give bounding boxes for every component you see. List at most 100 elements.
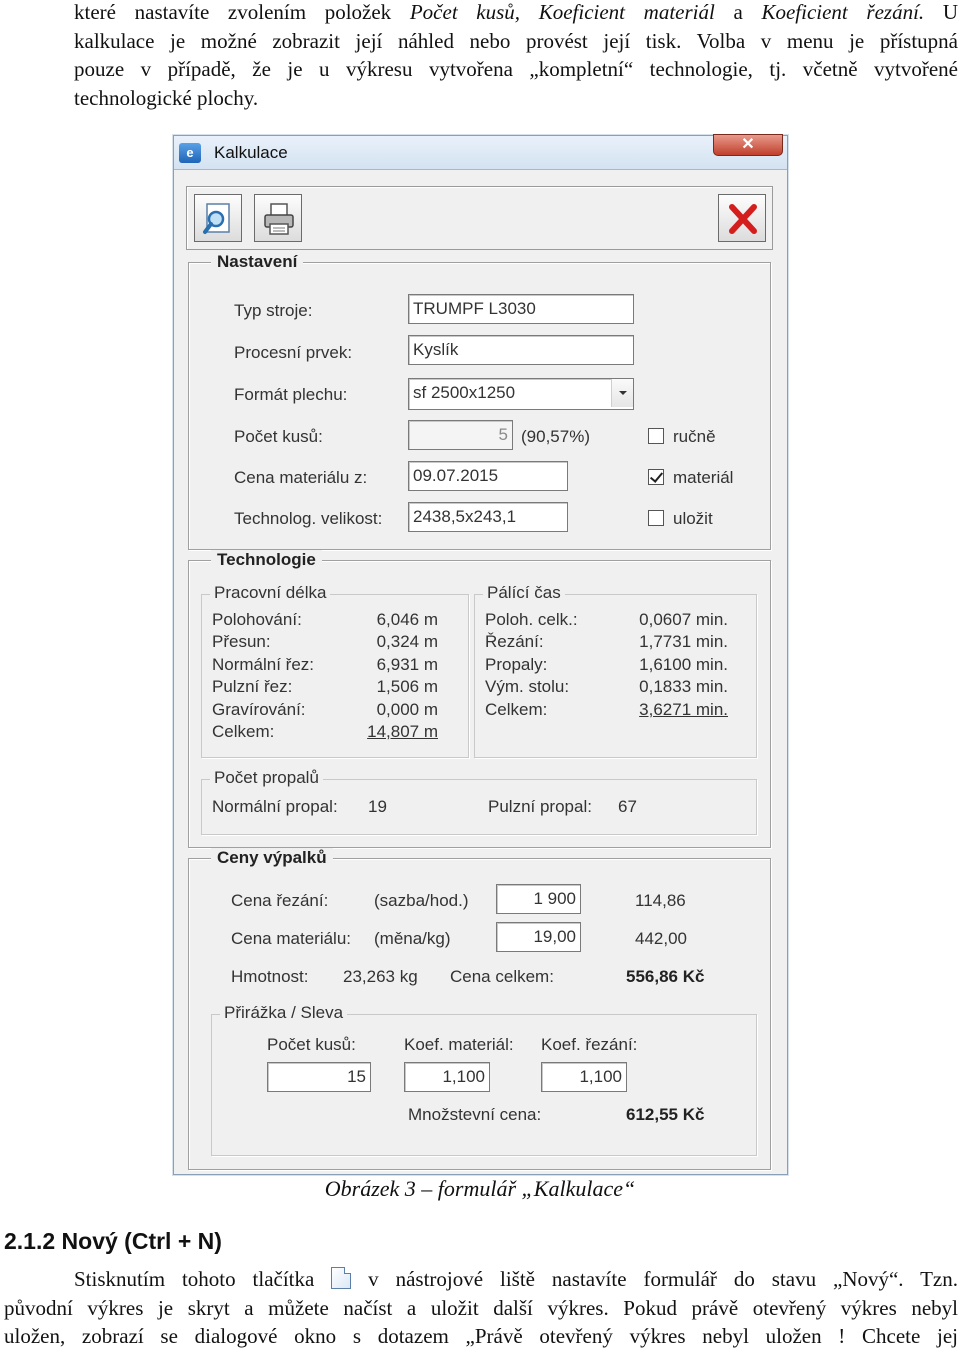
pieces-label: Počet kusů: [267,1035,356,1054]
weight-label: Hmotnost: [231,967,309,986]
time-title: Pálící čas [483,583,565,603]
material-coef-label: Koef. materiál: [404,1035,514,1054]
save-checkbox-label: uložit [673,509,713,528]
toolbar [186,186,773,250]
manual-checkbox[interactable] [648,428,664,444]
material-price-label: Cena materiálu: [231,929,352,948]
machine-label: Typ stroje: [234,301,313,320]
tech-size-label: Technolog. velikost: [234,509,383,528]
kalkulace-window: e Kalkulace ✕ Nastavení Typ stroje: TRUM… [173,134,788,1175]
count-label: Počet kusů: [234,427,323,446]
time-value: 1,7731 min. [639,632,728,651]
price-date-field[interactable]: 09.07.2015 [408,461,568,491]
preview-button[interactable] [194,194,242,242]
length-total-value: 14,807 m [367,722,438,741]
material-price-total: 442,00 [635,929,687,948]
length-value: 1,506 m [376,677,438,696]
length-label: Normální řez: [212,655,315,674]
app-icon: e [179,143,201,163]
quantity-price-label: Množstevní cena: [408,1105,542,1124]
time-value: 0,1833 min. [639,677,728,696]
prices-group: Ceny výpalků Cena řezání: (sazba/hod.) 1… [188,848,771,1170]
time-label: Poloh. celk.: [485,610,578,629]
process-field[interactable]: Kyslík [408,335,634,365]
weight-value: 23,263 kg [343,967,418,986]
cut-coef-field[interactable]: 1,100 [541,1062,627,1092]
sheet-label: Formát plechu: [234,385,348,404]
material-checkbox[interactable] [648,469,664,485]
length-total-label: Celkem: [212,722,275,741]
new-document-icon [331,1267,352,1289]
body-line-2: původní výkres je skryt a můžete načíst … [4,1295,958,1320]
length-value: 6,931 m [376,655,438,674]
intro-paragraph: které nastavíte zvolením položek Počet k… [74,0,958,112]
cut-price-label: Cena řezání: [231,891,329,910]
cut-price-total: 114,86 [635,891,686,910]
pieces-field[interactable]: 15 [267,1062,371,1092]
body-paragraph: Stisknutím tohoto tlačítka v nástrojové … [4,1265,958,1351]
process-label: Procesní prvek: [234,343,353,362]
body-line-1: Stisknutím tohoto tlačítka v nástrojové … [74,1267,958,1291]
window-title: Kalkulace [214,143,288,162]
time-value: 1,6100 min. [639,655,728,674]
body-line-3: uložen, zobrazí se dialogové okno s dota… [4,1324,958,1348]
length-label: Přesun: [212,632,271,651]
manual-checkbox-label: ručně [673,427,716,446]
total-price-label: Cena celkem: [450,967,554,986]
print-button[interactable] [254,194,302,242]
material-rate-field[interactable]: 19,00 [496,922,581,952]
prices-title: Ceny výpalků [211,848,333,868]
cut-price-unit: (sazba/hod.) [374,891,469,910]
technology-title: Technologie [211,550,322,570]
settings-group: Nastavení Typ stroje: TRUMPF L3030 Proce… [188,252,771,550]
window-client: Nastavení Typ stroje: TRUMPF L3030 Proce… [178,174,783,1170]
normal-pierce-label: Normální propal: [212,797,338,816]
time-total-label: Celkem: [485,700,548,719]
intro-line-3: pouze v případě, že je u výkresu vytvoře… [74,57,958,81]
close-form-button[interactable] [718,194,766,242]
time-label: Řezání: [485,632,544,651]
printer-icon [264,203,294,235]
cut-rate-field[interactable]: 1 900 [496,884,581,914]
time-label: Propaly: [485,655,548,674]
sheet-select-value: sf 2500x1250 [413,383,516,402]
length-label: Gravírování: [212,700,306,719]
length-label: Pulzní řez: [212,677,293,696]
intro-line-2: kalkulace je možné zobrazit její náhled … [74,28,958,53]
intro-line-1: které nastavíte zvolením položek Počet k… [74,0,958,24]
save-checkbox[interactable] [648,510,664,526]
surcharge-subgroup: Přirážka / Sleva Počet kusů: 15 Koef. ma… [211,1003,757,1156]
tech-size-field[interactable]: 2438,5x243,1 [408,502,568,532]
length-value: 6,046 m [376,610,438,629]
sheet-select[interactable]: sf 2500x1250 [408,378,634,410]
length-label: Polohování: [212,610,302,629]
preview-magnifier-icon [203,203,230,234]
machine-field[interactable]: TRUMPF L3030 [408,294,634,324]
material-coef-field[interactable]: 1,100 [404,1062,490,1092]
length-value: 0,324 m [376,632,438,651]
price-date-label: Cena materiálu z: [234,468,368,487]
title-bar: e Kalkulace ✕ [174,134,787,170]
count-field[interactable]: 5 [408,420,513,450]
count-percentage: (90,57%) [521,427,590,446]
time-subgroup: Pálící čas Poloh. celk.: 0,0607 min. Řez… [474,583,757,758]
figure-caption: Obrázek 3 – formulář „Kalkulace“ [324,1176,636,1201]
pierce-subgroup: Počet propalů Normální propal: 19 Pulzní… [201,768,757,835]
cut-coef-label: Koef. řezání: [541,1035,638,1054]
pulse-pierce-label: Pulzní propal: [488,797,592,816]
settings-title: Nastavení [211,252,304,272]
time-value: 0,0607 min. [639,610,728,629]
quantity-price-value: 612,55 Kč [626,1105,705,1124]
time-label: Vým. stolu: [485,677,570,696]
material-checkbox-label: materiál [673,468,734,487]
intro-line-4: technologické plochy. [74,85,259,110]
pulse-pierce-value: 67 [618,797,637,816]
chevron-down-icon[interactable] [611,379,633,407]
pierce-title: Počet propalů [210,768,323,788]
total-price-value: 556,86 Kč [626,967,705,986]
surcharge-title: Přirážka / Sleva [220,1003,348,1023]
length-value: 0,000 m [376,700,438,719]
window-close-button[interactable]: ✕ [713,134,783,156]
red-x-icon [729,204,757,234]
material-price-unit: (měna/kg) [374,929,451,948]
